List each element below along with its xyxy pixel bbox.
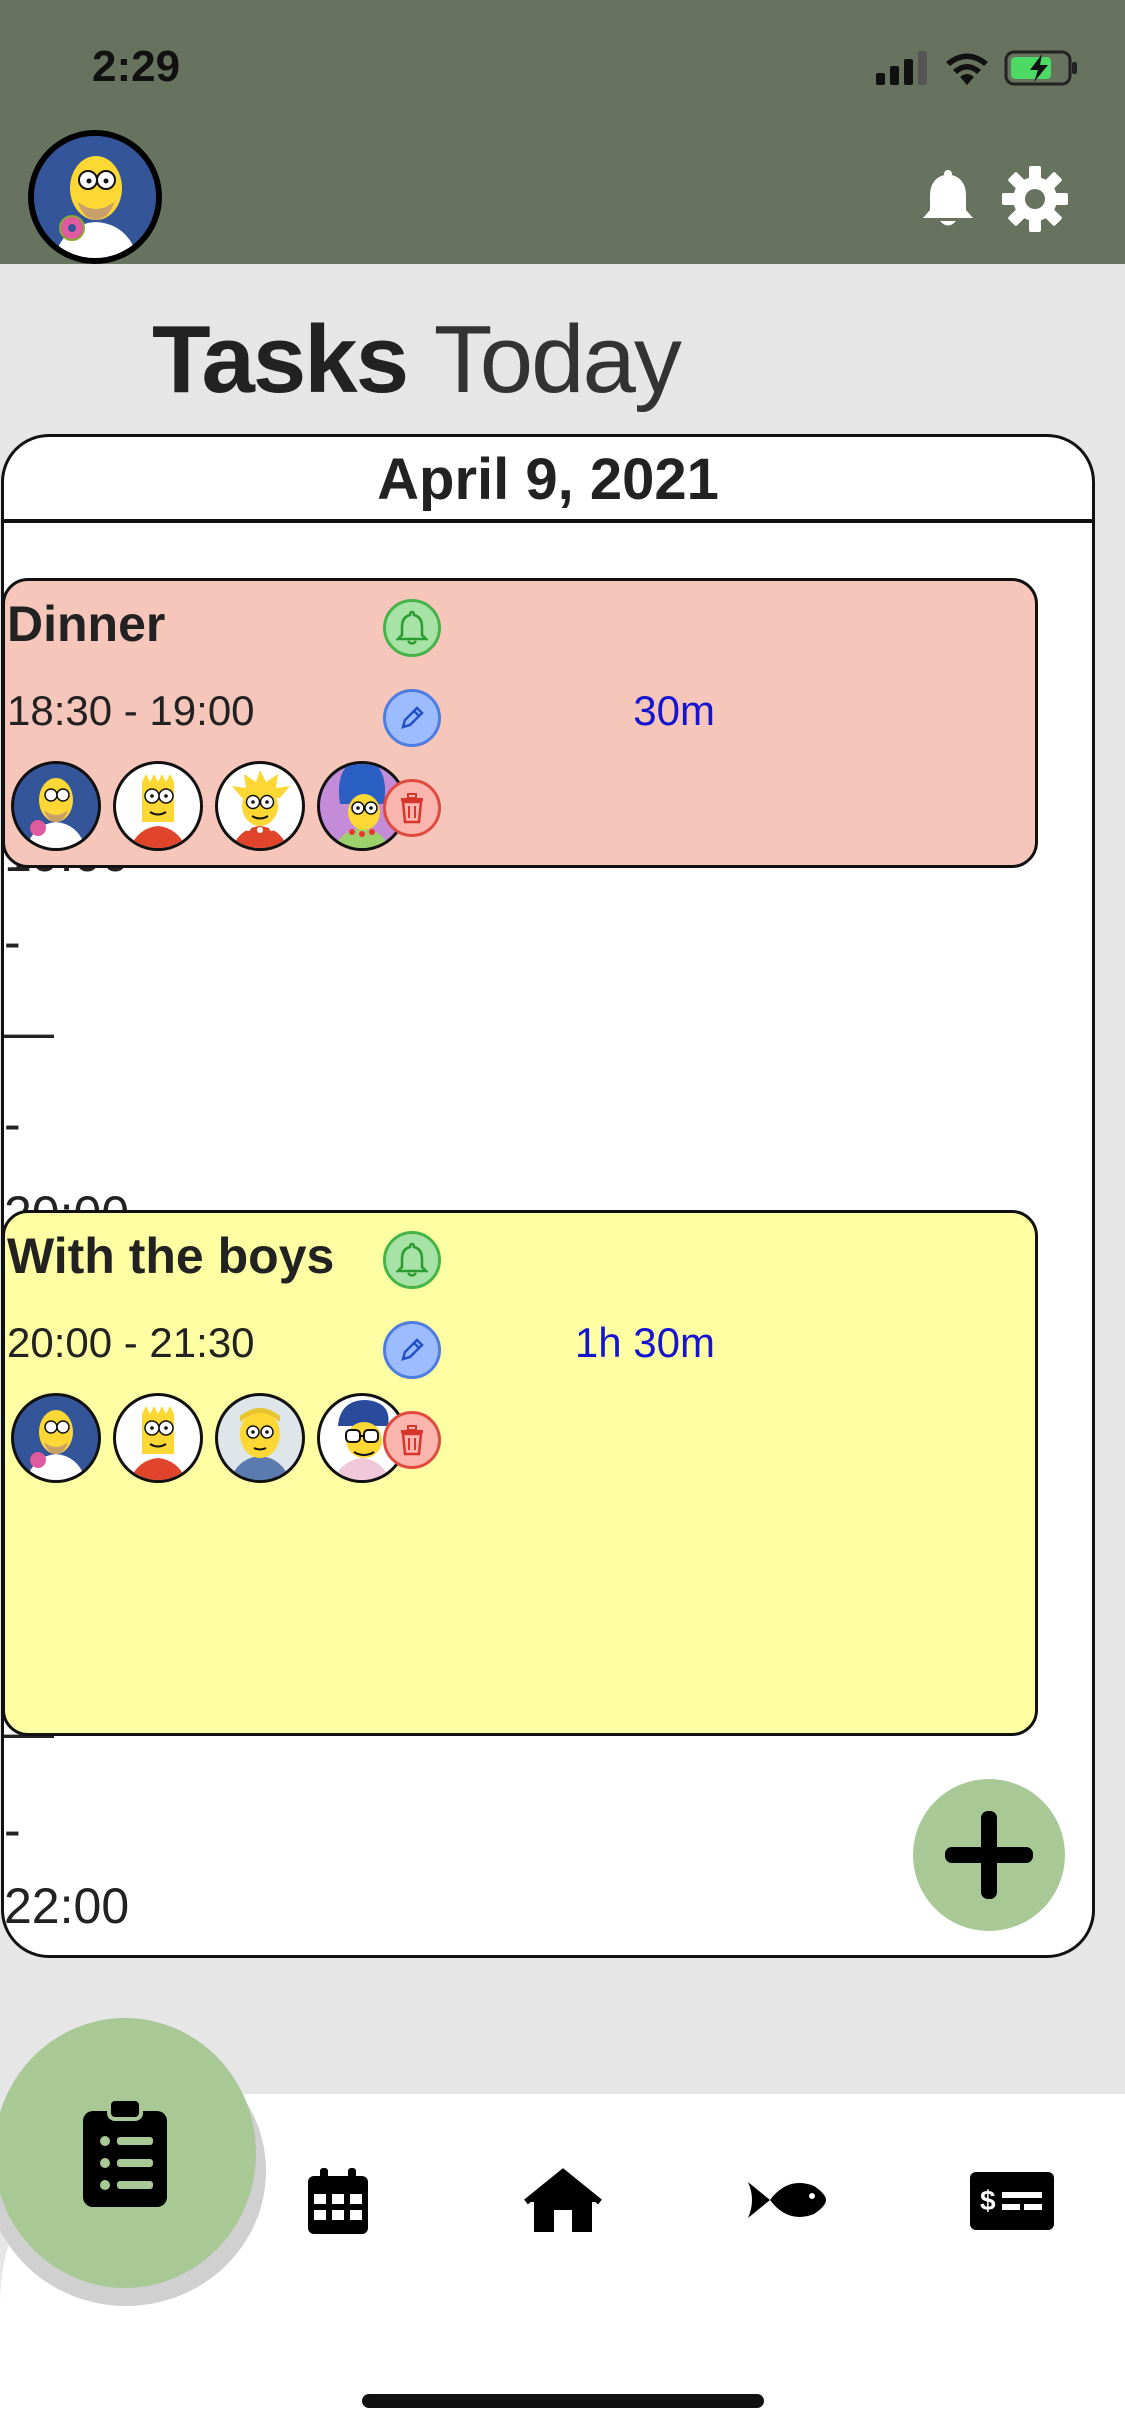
task-title: Dinner	[7, 596, 166, 652]
pencil-icon	[401, 706, 424, 729]
bart-avatar-icon	[113, 1393, 203, 1483]
plus-icon	[945, 1811, 1033, 1899]
profile-avatar[interactable]	[28, 130, 162, 264]
task-edit-button[interactable]	[383, 689, 441, 747]
task-card-with-the-boys[interactable]: With the boys 20:00 - 21:30 1h 30m	[4, 1210, 1038, 1736]
wifi-icon	[946, 53, 988, 85]
lisa-avatar-icon	[215, 761, 305, 851]
signal-icon	[876, 51, 927, 85]
timeline-tick: —	[4, 1004, 54, 1060]
home-indicator	[362, 2394, 764, 2408]
bell-icon[interactable]	[920, 168, 976, 230]
task-reminder-button[interactable]	[383, 1231, 441, 1289]
bell-outline-icon	[396, 1242, 428, 1277]
page-title-light: Today	[433, 306, 682, 413]
app-header: 2:29	[0, 0, 1125, 264]
task-delete-button[interactable]	[383, 779, 441, 837]
task-card-dinner[interactable]: Dinner 18:30 - 19:00 30m	[4, 578, 1038, 868]
page-title-bold: Tasks	[152, 306, 409, 413]
homer-avatar-icon	[34, 136, 156, 258]
page-title: Tasks Today	[152, 300, 682, 420]
ralph-avatar-icon	[215, 1393, 305, 1483]
tasks-clipboard-icon	[83, 2097, 167, 2207]
status-time: 2:29	[92, 42, 181, 91]
gear-icon[interactable]	[1000, 164, 1070, 234]
nav-tasks-tab[interactable]	[0, 2018, 256, 2288]
task-reminder-button[interactable]	[383, 599, 441, 657]
status-icons	[876, 48, 1080, 88]
trash-icon	[401, 1425, 423, 1456]
task-delete-button[interactable]	[383, 1411, 441, 1469]
day-date: April 9, 2021	[4, 437, 1092, 523]
day-schedule-card: April 9, 2021 19:00 - — - 20:00 — - 22:0…	[1, 434, 1095, 1958]
calendar-icon[interactable]	[308, 2168, 368, 2234]
homer-avatar-icon	[11, 1393, 101, 1483]
homer-avatar-icon	[11, 761, 101, 851]
task-duration: 30m	[633, 687, 715, 734]
bart-avatar-icon	[113, 761, 203, 851]
bell-outline-icon	[396, 610, 428, 645]
pencil-icon	[401, 1338, 424, 1361]
task-time-range: 20:00 - 21:30	[7, 1319, 255, 1366]
timeline-tick: -	[4, 1802, 21, 1858]
home-icon[interactable]	[524, 2168, 602, 2234]
timeline-hour-label: 22:00	[4, 1878, 130, 1934]
task-edit-button[interactable]	[383, 1321, 441, 1379]
bills-icon[interactable]: $	[970, 2172, 1054, 2230]
task-duration: 1h 30m	[574, 1319, 715, 1366]
task-title: With the boys	[7, 1228, 335, 1284]
add-task-button[interactable]	[913, 1779, 1065, 1931]
task-time-range: 18:30 - 19:00	[7, 687, 255, 734]
svg-text:$: $	[980, 2185, 996, 2216]
timeline-tick: -	[4, 914, 21, 970]
trash-icon	[401, 793, 423, 824]
battery-icon	[1004, 50, 1077, 86]
timeline-tick: -	[4, 1096, 21, 1152]
fish-icon[interactable]	[748, 2174, 826, 2226]
